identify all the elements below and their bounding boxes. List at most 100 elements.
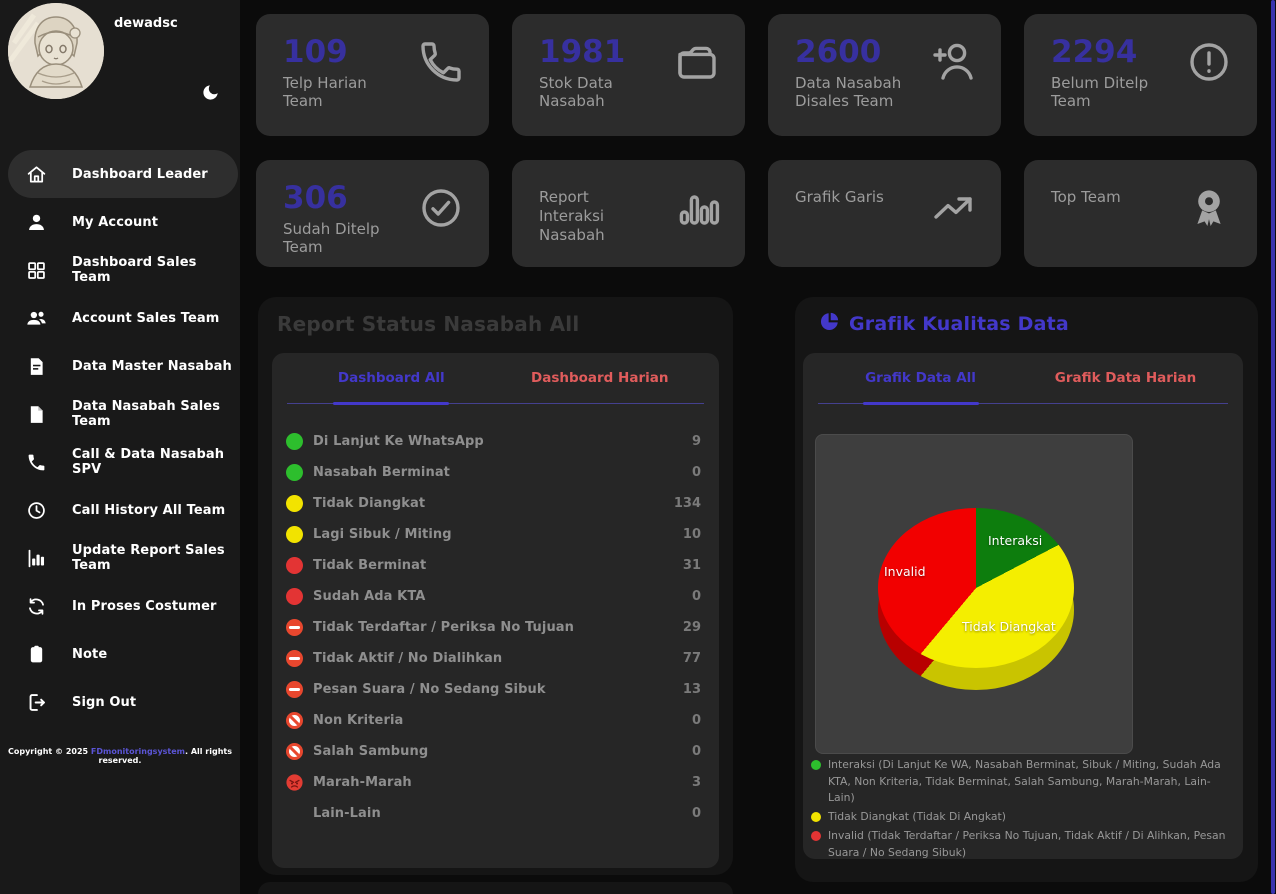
sidebar-item-label: My Account bbox=[72, 215, 158, 230]
sidebar-item-account-sales-team[interactable]: Account Sales Team bbox=[8, 294, 238, 342]
legend-item: Interaksi (Di Lanjut Ke WA, Nasabah Berm… bbox=[811, 757, 1233, 807]
stat-card-report-interaksi-nasabah[interactable]: Report Interaksi Nasabah bbox=[512, 160, 745, 267]
sidebar-item-data-nasabah-sales-team[interactable]: Data Nasabah Sales Team bbox=[8, 390, 238, 438]
bar-chart-icon bbox=[673, 184, 721, 232]
tab-dashboard-harian[interactable]: Dashboard Harian bbox=[496, 353, 705, 403]
table-row: Sudah Ada KTA 0 bbox=[286, 581, 701, 612]
file-text-icon bbox=[24, 354, 48, 378]
question-mark-icon bbox=[286, 805, 303, 822]
chart-legend: Interaksi (Di Lanjut Ke WA, Nasabah Berm… bbox=[811, 757, 1233, 863]
table-row: Lain-Lain 0 bbox=[286, 798, 701, 829]
file-icon bbox=[24, 402, 48, 426]
note-icon bbox=[24, 642, 48, 666]
sidebar-item-note[interactable]: Note bbox=[8, 630, 238, 678]
stat-card-top-team[interactable]: Top Team bbox=[1024, 160, 1257, 267]
sidebar-item-label: Dashboard Sales Team bbox=[72, 255, 238, 285]
stat-card-stok-data-nasabah[interactable]: 1981 Stok Data Nasabah bbox=[512, 14, 745, 136]
row-value: 10 bbox=[683, 527, 701, 542]
clock-icon bbox=[24, 498, 48, 522]
table-row: Lagi Sibuk / Miting 10 bbox=[286, 519, 701, 550]
table-row: Salah Sambung 0 bbox=[286, 736, 701, 767]
yellow-dot-icon bbox=[286, 526, 303, 543]
green-dot-icon bbox=[286, 464, 303, 481]
pie-slice-label-interaksi: Interaksi bbox=[988, 533, 1042, 548]
sidebar-item-label: Call & Data Nasabah SPV bbox=[72, 447, 238, 477]
row-label: Marah-Marah bbox=[313, 775, 692, 790]
sidebar-menu: Dashboard Leader My Account Dashboard Sa… bbox=[0, 150, 240, 726]
red-dot-icon bbox=[286, 557, 303, 574]
row-label: Lagi Sibuk / Miting bbox=[313, 527, 683, 542]
row-label: Nasabah Berminat bbox=[313, 465, 692, 480]
prohibited-icon bbox=[286, 743, 303, 760]
pie-chart-icon bbox=[819, 311, 840, 336]
sidebar-item-update-report-sales-team[interactable]: Update Report Sales Team bbox=[8, 534, 238, 582]
tab-dashboard-all[interactable]: Dashboard All bbox=[287, 353, 496, 403]
medal-icon bbox=[1185, 184, 1233, 232]
sidebar-item-label: Dashboard Leader bbox=[72, 167, 208, 182]
avatar bbox=[8, 3, 104, 99]
prohibited-icon bbox=[286, 712, 303, 729]
dark-mode-toggle[interactable] bbox=[198, 82, 222, 106]
check-circle-icon bbox=[417, 184, 465, 232]
sidebar-item-data-master-nasabah[interactable]: Data Master Nasabah bbox=[8, 342, 238, 390]
table-row: Di Lanjut Ke WhatsApp 9 bbox=[286, 426, 701, 457]
brand-link[interactable]: FDmonitoringsystem bbox=[91, 747, 185, 756]
no-entry-icon bbox=[286, 681, 303, 698]
sidebar-item-label: Sign Out bbox=[72, 695, 136, 710]
sidebar-item-label: In Proses Costumer bbox=[72, 599, 217, 614]
report-rows: Di Lanjut Ke WhatsApp 9 Nasabah Berminat… bbox=[272, 404, 719, 829]
user-plus-icon bbox=[929, 38, 977, 86]
row-value: 134 bbox=[674, 496, 701, 511]
sidebar: dewadsc Dashboard Leader My Account bbox=[0, 0, 240, 894]
stat-card-sudah-ditelp-team[interactable]: 306 Sudah Ditelp Team bbox=[256, 160, 489, 267]
tab-grafik-data-all[interactable]: Grafik Data All bbox=[818, 353, 1023, 403]
copyright-prefix: Copyright © 2025 bbox=[8, 747, 91, 756]
row-label: Tidak Terdaftar / Periksa No Tujuan bbox=[313, 620, 683, 635]
report-tabbar: Dashboard All Dashboard Harian bbox=[287, 353, 704, 404]
pie-slice-label-tidak-diangkat: Tidak Diangkat bbox=[962, 619, 1056, 634]
red-dot-icon bbox=[811, 831, 821, 841]
stat-card-belum-ditelp-team[interactable]: 2294 Belum Ditelp Team bbox=[1024, 14, 1257, 136]
copyright: Copyright © 2025 FDmonitoringsystem. All… bbox=[0, 747, 240, 765]
table-row: Marah-Marah 3 bbox=[286, 767, 701, 798]
next-panel-edge bbox=[258, 882, 733, 894]
tab-grafik-data-harian[interactable]: Grafik Data Harian bbox=[1023, 353, 1228, 403]
sidebar-item-label: Account Sales Team bbox=[72, 311, 219, 326]
stat-card-data-nasabah-disales-team[interactable]: 2600 Data Nasabah Disales Team bbox=[768, 14, 1001, 136]
row-label: Di Lanjut Ke WhatsApp bbox=[313, 434, 692, 449]
yellow-dot-icon bbox=[286, 495, 303, 512]
sidebar-item-sign-out[interactable]: Sign Out bbox=[8, 678, 238, 726]
yellow-dot-icon bbox=[811, 812, 821, 822]
sidebar-item-dashboard-sales-team[interactable]: Dashboard Sales Team bbox=[8, 246, 238, 294]
sidebar-item-call-history-all-team[interactable]: Call History All Team bbox=[8, 486, 238, 534]
sidebar-item-my-account[interactable]: My Account bbox=[8, 198, 238, 246]
row-value: 77 bbox=[683, 651, 701, 666]
chart-tab-card: Grafik Data All Grafik Data Harian Inter… bbox=[803, 353, 1243, 859]
panel-title: Grafik Kualitas Data bbox=[849, 313, 1069, 335]
angry-face-icon bbox=[286, 774, 303, 791]
sidebar-item-in-proses-costumer[interactable]: In Proses Costumer bbox=[8, 582, 238, 630]
sidebar-item-call-data-nasabah-spv[interactable]: Call & Data Nasabah SPV bbox=[8, 438, 238, 486]
green-dot-icon bbox=[811, 760, 821, 770]
alert-circle-icon bbox=[1185, 38, 1233, 86]
phone-icon bbox=[24, 450, 48, 474]
table-row: Non Kriteria 0 bbox=[286, 705, 701, 736]
dashboard-page: dewadsc Dashboard Leader My Account bbox=[0, 0, 1276, 894]
stat-card-grafik-garis[interactable]: Grafik Garis bbox=[768, 160, 1001, 267]
row-value: 0 bbox=[692, 713, 701, 728]
panel-header: Grafik Kualitas Data bbox=[795, 297, 1258, 336]
page-scrollbar[interactable] bbox=[1271, 0, 1275, 894]
table-row: Nasabah Berminat 0 bbox=[286, 457, 701, 488]
stat-card-telp-harian-team[interactable]: 109 Telp Harian Team bbox=[256, 14, 489, 136]
table-row: Tidak Berminat 31 bbox=[286, 550, 701, 581]
sidebar-item-label: Note bbox=[72, 647, 107, 662]
pie-slice-label-invalid: Invalid bbox=[884, 564, 926, 579]
row-value: 9 bbox=[692, 434, 701, 449]
row-label: Salah Sambung bbox=[313, 744, 692, 759]
row-label: Lain-Lain bbox=[313, 806, 692, 821]
sidebar-item-label: Call History All Team bbox=[72, 503, 225, 518]
legend-item: Tidak Diangkat (Tidak Di Angkat) bbox=[811, 809, 1233, 826]
user-icon bbox=[24, 210, 48, 234]
avatar-image bbox=[8, 3, 104, 99]
sidebar-item-dashboard-leader[interactable]: Dashboard Leader bbox=[8, 150, 238, 198]
